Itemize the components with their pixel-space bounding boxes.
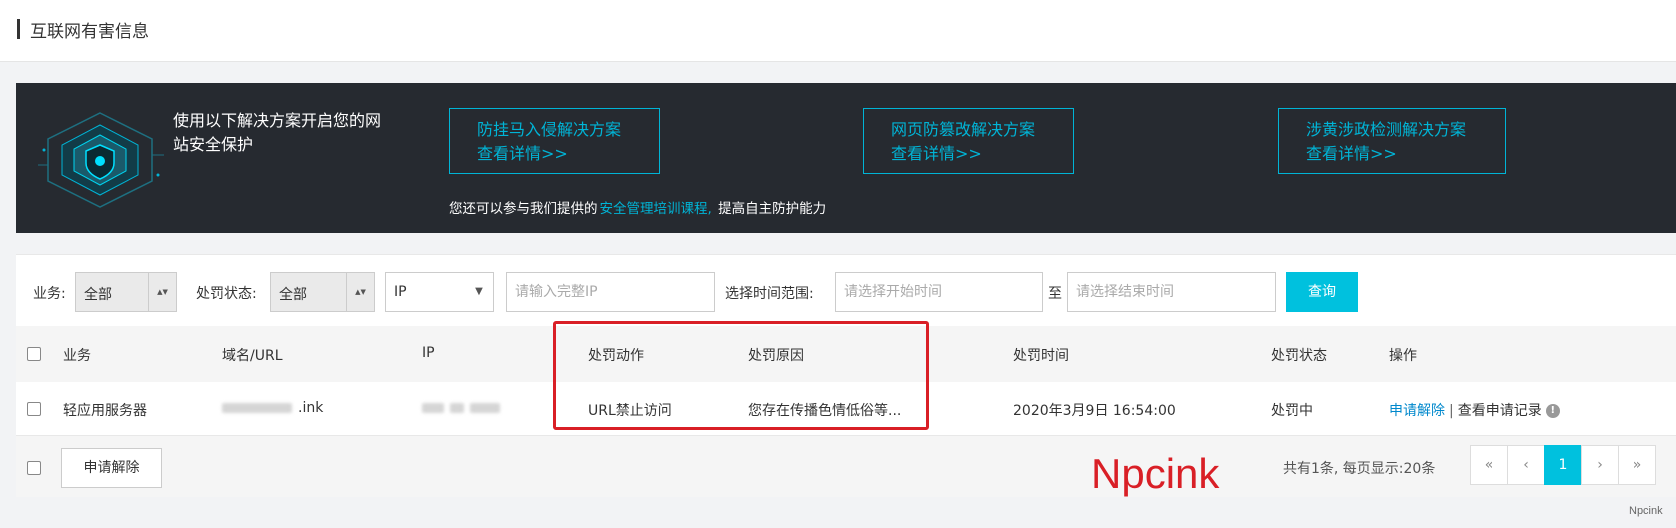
anti-tamper-solution-button[interactable]: 网页防篡改解决方案 查看详情>> [863, 108, 1074, 174]
redacted-text [450, 403, 464, 413]
page-title: 互联网有害信息 [30, 22, 149, 42]
view-records-link[interactable]: 查看申请记录 [1458, 403, 1542, 419]
ip-type-select[interactable]: IP ▼ [385, 272, 494, 312]
bulk-unban-button[interactable]: 申请解除 [61, 448, 162, 488]
table-footer: 申请解除 共有1条, 每页显示:20条 « ‹ 1 › » [16, 436, 1676, 497]
status-filter-label: 处罚状态: [196, 286, 257, 302]
training-course-link[interactable]: 安全管理培训课程, [600, 201, 712, 217]
redacted-text [470, 403, 500, 413]
first-page-button[interactable]: « [1470, 445, 1508, 485]
solution-detail-link[interactable]: 查看详情>> [1306, 142, 1505, 166]
column-header: 操作 [1389, 348, 1417, 364]
table-row: 轻应用服务器 .ink URL禁止访问 您存在传播色情低俗等... 2020年3… [16, 382, 1676, 436]
ip-input[interactable] [506, 272, 715, 312]
solution-title: 涉黄涉政检测解决方案 [1306, 120, 1467, 139]
redacted-text [222, 403, 292, 413]
title-accent-bar [17, 19, 20, 39]
ip-cell [422, 400, 506, 416]
reason-cell[interactable]: 您存在传播色情低俗等... [748, 400, 901, 420]
solution-detail-link[interactable]: 查看详情>> [891, 142, 1073, 166]
action-cell: URL禁止访问 [588, 403, 672, 419]
watermark-text: Npcink [1091, 450, 1220, 497]
business-cell: 轻应用服务器 [63, 403, 147, 419]
column-header: 域名/URL [222, 348, 283, 364]
column-header: 处罚动作 [588, 348, 644, 364]
security-banner: 使用以下解决方案开启您的网站安全保护 防挂马入侵解决方案 查看详情>> 网页防篡… [16, 83, 1676, 233]
column-header: 业务 [63, 348, 91, 364]
start-time-input[interactable] [835, 272, 1043, 312]
prev-page-button[interactable]: ‹ [1507, 445, 1545, 485]
next-page-button[interactable]: › [1581, 445, 1619, 485]
training-prefix: 您还可以参与我们提供的 [449, 201, 598, 217]
current-page-button[interactable]: 1 [1544, 445, 1582, 485]
solution-title: 网页防篡改解决方案 [891, 120, 1036, 139]
solution-detail-link[interactable]: 查看详情>> [477, 142, 659, 166]
business-select[interactable]: 全部 ▲▼ [75, 272, 177, 312]
url-suffix: .ink [298, 400, 324, 416]
query-button[interactable]: 查询 [1286, 272, 1358, 312]
corner-watermark: Npcink [1629, 505, 1663, 517]
apply-unban-link[interactable]: 申请解除 [1389, 403, 1445, 419]
end-time-input[interactable] [1067, 272, 1276, 312]
time-range-label: 选择时间范围: [725, 286, 814, 302]
row-checkbox[interactable] [27, 402, 41, 416]
status-select[interactable]: 全部 ▲▼ [270, 272, 375, 312]
column-header: IP [422, 345, 435, 361]
ip-type-value: IP [394, 284, 407, 300]
column-header: 处罚时间 [1013, 348, 1069, 364]
last-page-button[interactable]: » [1618, 445, 1656, 485]
updown-arrow-icon: ▲▼ [346, 273, 374, 311]
url-cell: .ink [222, 400, 323, 416]
anti-trojan-solution-button[interactable]: 防挂马入侵解决方案 查看详情>> [449, 108, 660, 174]
status-select-value: 全部 [279, 287, 307, 303]
business-filter-label: 业务: [33, 286, 66, 302]
training-text: 您还可以参与我们提供的 安全管理培训课程, 提高自主防护能力 [449, 197, 826, 217]
to-label: 至 [1048, 286, 1062, 302]
info-icon[interactable]: ! [1545, 404, 1560, 418]
records-panel: 业务: 全部 ▲▼ 处罚状态: 全部 ▲▼ IP ▼ 选择时间范围: 至 查询 … [16, 254, 1676, 497]
table-header: 业务 域名/URL IP 处罚动作 处罚原因 处罚时间 处罚状态 操作 [16, 326, 1676, 382]
security-shield-icon [38, 112, 164, 208]
chevron-down-icon: ▼ [475, 286, 483, 297]
time-cell: 2020年3月9日 16:54:00 [1013, 403, 1176, 419]
column-header: 处罚原因 [748, 348, 804, 364]
updown-arrow-icon: ▲▼ [148, 273, 176, 311]
page-header: 互联网有害信息 [0, 0, 1676, 62]
select-all-checkbox[interactable] [27, 347, 41, 361]
training-suffix: 提高自主防护能力 [718, 201, 827, 217]
status-cell: 处罚中 [1271, 403, 1313, 419]
content-detection-solution-button[interactable]: 涉黄涉政检测解决方案 查看详情>> [1278, 108, 1506, 174]
column-header: 处罚状态 [1271, 348, 1327, 364]
redacted-text [422, 403, 444, 413]
operations-cell: 申请解除 | 查看申请记录! [1389, 400, 1560, 420]
total-count-text: 共有1条, 每页显示:20条 [1283, 461, 1436, 477]
solution-title: 防挂马入侵解决方案 [477, 120, 622, 139]
banner-intro-text: 使用以下解决方案开启您的网站安全保护 [173, 111, 382, 154]
pagination: « ‹ 1 › » [1470, 445, 1656, 485]
footer-select-all-checkbox[interactable] [27, 461, 41, 475]
business-select-value: 全部 [84, 287, 112, 303]
separator: | [1449, 403, 1454, 419]
